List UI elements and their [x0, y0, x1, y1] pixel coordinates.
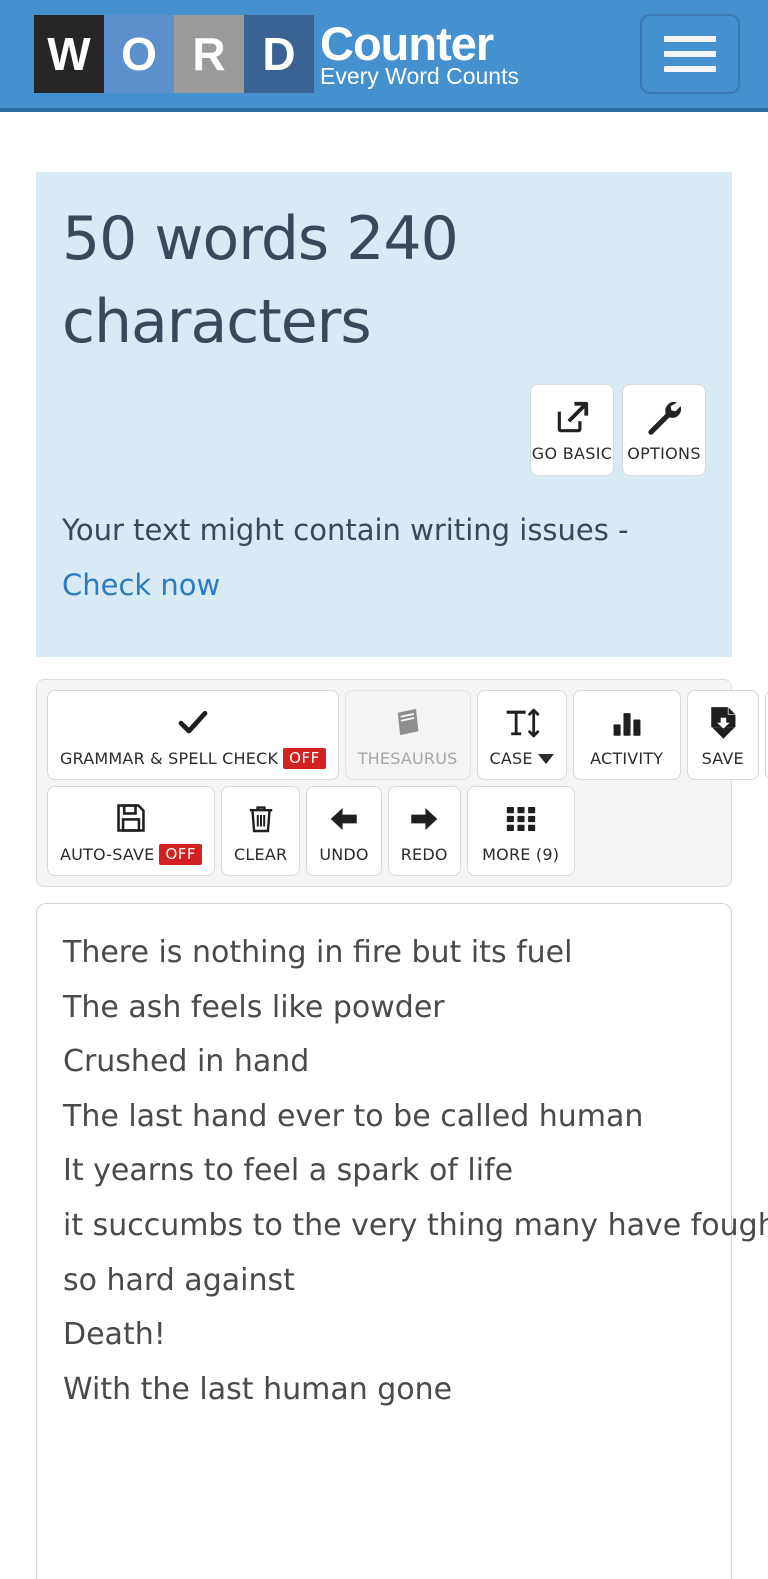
- file-download-icon: [706, 703, 740, 743]
- trash-icon: [245, 799, 277, 839]
- case-button[interactable]: CASE: [476, 690, 567, 780]
- auto-save-button[interactable]: AUTO-SAVE OFF: [47, 786, 216, 876]
- editor-line: so hard against: [63, 1262, 295, 1298]
- case-label-text: CASE: [489, 749, 533, 768]
- bar-chart-icon: [609, 703, 645, 743]
- case-label: CASE: [490, 749, 554, 768]
- wrench-icon: [645, 397, 683, 439]
- external-link-icon: [553, 397, 591, 439]
- hamburger-bar-1: [664, 36, 716, 42]
- page-title: 50 words 240 characters: [62, 204, 459, 357]
- check-icon: [175, 702, 211, 742]
- logo-tile-o: O: [104, 15, 174, 93]
- brand-tagline: Every Word Counts: [320, 63, 519, 89]
- editor-line: It yearns to feel a spark of life: [63, 1153, 514, 1189]
- editor-line: The ash feels like powder: [63, 989, 445, 1025]
- redo-button[interactable]: REDO: [387, 786, 461, 876]
- options-label: OPTIONS: [627, 444, 701, 463]
- activity-label: ACTIVITY: [590, 749, 664, 768]
- auto-save-label-text: AUTO-SAVE: [60, 845, 155, 864]
- floppy-disk-icon: [114, 798, 148, 838]
- clear-label: CLEAR: [234, 845, 288, 864]
- grammar-status-badge: OFF: [283, 748, 326, 769]
- activity-button[interactable]: ACTIVITY: [572, 690, 681, 780]
- save-button[interactable]: SAVE: [686, 690, 759, 780]
- editor-line: Crushed in hand: [63, 1044, 310, 1080]
- more-button[interactable]: MORE (9): [466, 786, 575, 876]
- site-header: W O R D Counter Every Word Counts: [0, 0, 768, 112]
- chevron-down-icon: [537, 753, 554, 764]
- options-button[interactable]: OPTIONS: [622, 384, 706, 476]
- stats-panel: 50 words 240 characters GO BASIC OPTIONS…: [36, 172, 732, 657]
- go-basic-button[interactable]: GO BASIC: [530, 384, 614, 476]
- panel-action-buttons: GO BASIC OPTIONS: [530, 384, 706, 476]
- editor-line: There is nothing in fire but its fuel: [63, 935, 573, 970]
- text-height-icon: [503, 703, 541, 743]
- brand-logo[interactable]: W O R D Counter Every Word Counts: [34, 15, 519, 93]
- go-basic-label: GO BASIC: [531, 444, 613, 463]
- clear-button[interactable]: CLEAR: [221, 786, 301, 876]
- book-icon: [391, 703, 425, 743]
- more-label: MORE (9): [482, 845, 560, 864]
- hamburger-bar-2: [664, 51, 716, 57]
- editor-line: Death!: [63, 1317, 166, 1353]
- logo-tile-d: D: [244, 15, 314, 93]
- thesaurus-button[interactable]: THESAURUS: [344, 690, 471, 780]
- toolbar-row-1: GRAMMAR & SPELL CHECK OFF THESAURUS CASE…: [47, 690, 768, 780]
- toolbar-row-2: AUTO-SAVE OFF CLEAR UNDO REDO MORE (9): [47, 786, 721, 876]
- hamburger-menu-icon[interactable]: [640, 14, 740, 94]
- grammar-spell-check-label: GRAMMAR & SPELL CHECK OFF: [60, 748, 326, 769]
- writing-issues-notice: Your text might contain writing issues -…: [62, 503, 706, 613]
- undo-label: UNDO: [319, 845, 369, 864]
- text-editor-area[interactable]: There is nothing in fire but its fuel Th…: [36, 903, 768, 1579]
- brand-name: Counter: [320, 17, 494, 70]
- logo-tile-r: R: [174, 15, 244, 93]
- grammar-label-text: GRAMMAR & SPELL CHECK: [60, 749, 279, 768]
- redo-label: REDO: [400, 845, 448, 864]
- editor-line: The last hand ever to be called human: [63, 1098, 644, 1134]
- grid-icon: [504, 799, 538, 839]
- thesaurus-label: THESAURUS: [357, 749, 458, 768]
- arrow-right-icon: [405, 799, 443, 839]
- save-label: SAVE: [701, 749, 744, 768]
- auto-save-label: AUTO-SAVE OFF: [60, 844, 203, 865]
- brand-wordmark: Counter Every Word Counts: [320, 20, 519, 88]
- logo-tiles: W O R D: [34, 15, 314, 93]
- hamburger-bar-3: [664, 66, 716, 72]
- logo-tile-w: W: [34, 15, 104, 93]
- auto-save-status-badge: OFF: [159, 844, 203, 865]
- writing-issues-text: Your text might contain writing issues -: [62, 512, 629, 547]
- undo-button[interactable]: UNDO: [306, 786, 382, 876]
- check-now-link[interactable]: Check now: [62, 568, 220, 602]
- editor-line: it succumbs to the very thing many have …: [63, 1207, 768, 1243]
- grammar-spell-check-button[interactable]: GRAMMAR & SPELL CHECK OFF: [47, 690, 339, 780]
- editor-toolbar: GRAMMAR & SPELL CHECK OFF THESAURUS CASE…: [36, 679, 768, 887]
- arrow-left-icon: [325, 799, 363, 839]
- editor-line: With the last human gone: [63, 1371, 453, 1407]
